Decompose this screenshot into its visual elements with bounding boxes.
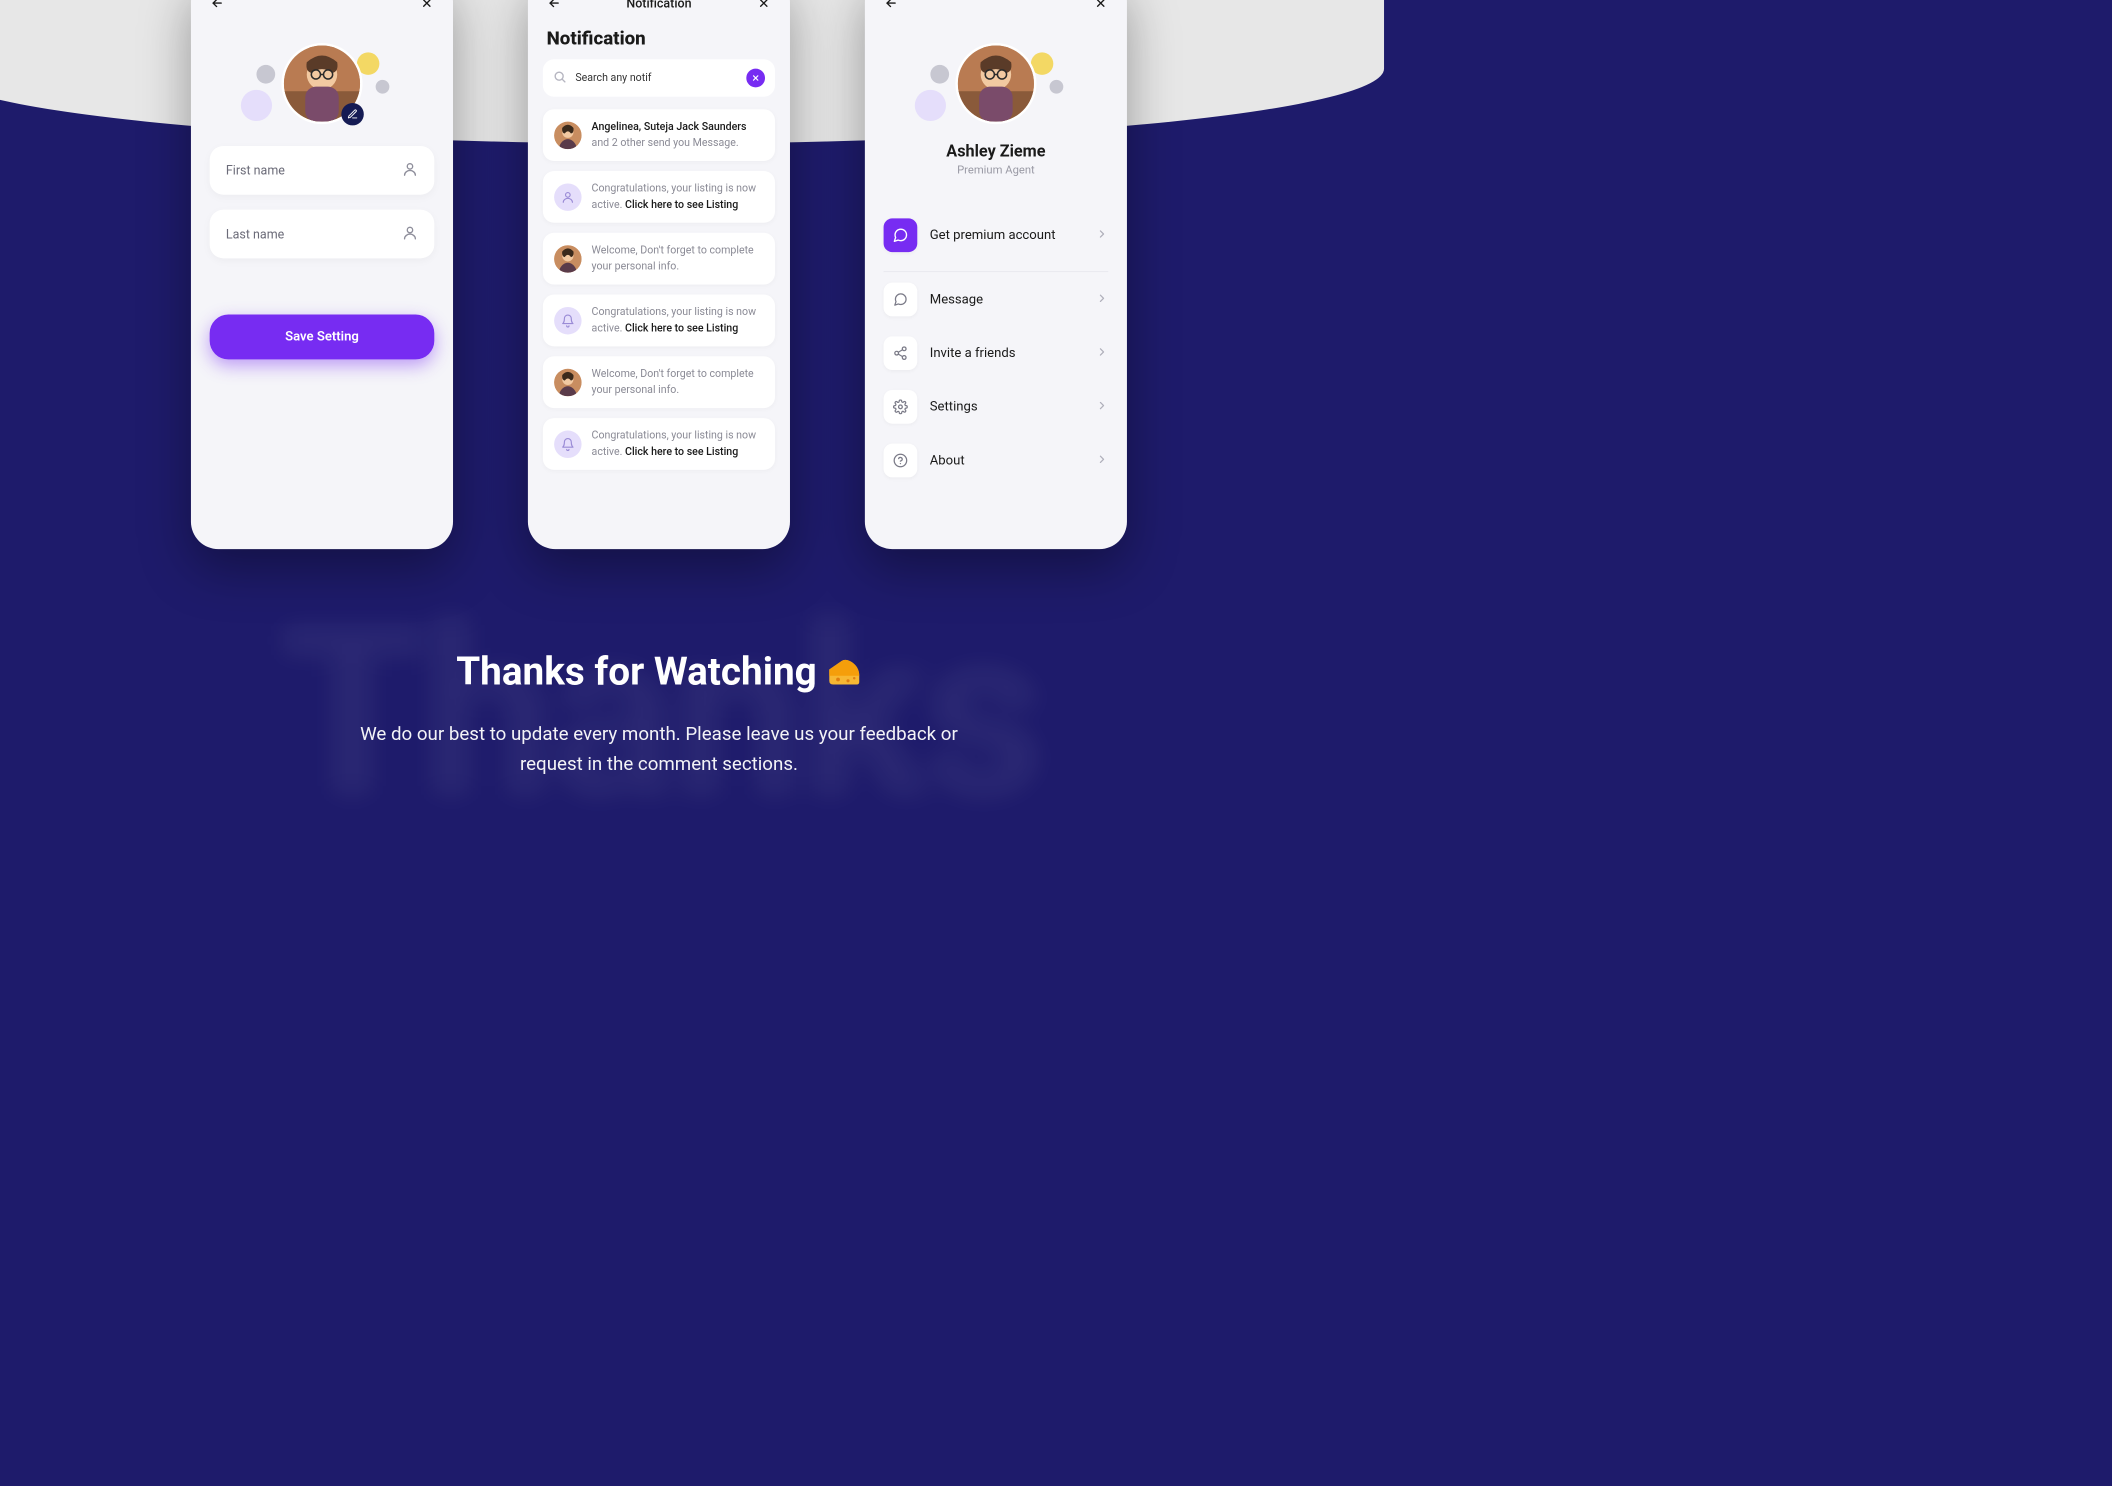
menu-divider: [884, 271, 1109, 272]
first-name-placeholder: First name: [226, 163, 285, 178]
notification-text: Welcome, Don't forget to complete your p…: [592, 366, 764, 398]
thanks-section: Thanks for Watching We do our best to up…: [347, 649, 971, 779]
chevron-right-icon: [1096, 292, 1108, 307]
clear-search-button[interactable]: [746, 69, 765, 88]
back-icon[interactable]: [881, 0, 901, 13]
menu-label: Settings: [930, 399, 1084, 414]
chevron-right-icon: [1096, 346, 1108, 361]
search-bar: [543, 59, 775, 96]
avatar: [955, 43, 1036, 124]
notification-avatar: [554, 245, 581, 272]
avatar-block: [191, 21, 453, 146]
notification-text: Angelinea, Suteja Jack Saundersand 2 oth…: [592, 119, 747, 151]
avatar-block: [865, 21, 1127, 146]
close-icon[interactable]: [754, 0, 774, 13]
menu-label: Get premium account: [930, 228, 1084, 243]
chat-solid-icon: [884, 218, 918, 252]
close-icon[interactable]: [417, 0, 437, 13]
menu-label: Message: [930, 292, 1084, 307]
screen-notification: Notification Notification Angelinea, Sut…: [528, 0, 790, 549]
notification-text: Welcome, Don't forget to complete your p…: [592, 243, 764, 275]
close-icon[interactable]: [1091, 0, 1111, 13]
chevron-right-icon: [1096, 453, 1108, 468]
menu-item-gear[interactable]: Settings: [884, 386, 1109, 428]
menu-label: Invite a friends: [930, 346, 1084, 361]
menu-label: About: [930, 453, 1084, 468]
notification-heading: Notification: [528, 15, 790, 59]
back-icon[interactable]: [207, 0, 227, 13]
notification-avatar: [554, 121, 581, 148]
notification-card[interactable]: Welcome, Don't forget to complete your p…: [543, 356, 775, 408]
profile-role: Premium Agent: [865, 163, 1127, 176]
notification-card[interactable]: Congratulations, your listing is now act…: [543, 418, 775, 470]
cheese-icon: [827, 654, 862, 689]
bell-icon: [554, 307, 581, 334]
edit-avatar-button[interactable]: [341, 103, 363, 125]
notification-card[interactable]: Angelinea, Suteja Jack Saundersand 2 oth…: [543, 109, 775, 161]
screen-edit-profile: First name Last name Save Setting: [191, 0, 453, 549]
menu-item-chat[interactable]: Message: [884, 278, 1109, 320]
help-icon: [884, 444, 918, 478]
user-icon: [402, 225, 418, 244]
menu-item-chat-solid[interactable]: Get premium account: [884, 214, 1109, 256]
chevron-right-icon: [1096, 228, 1108, 243]
thanks-title: Thanks for Watching: [456, 649, 817, 695]
last-name-field[interactable]: Last name: [210, 210, 435, 259]
first-name-field[interactable]: First name: [210, 146, 435, 195]
search-icon: [553, 70, 567, 86]
notification-card[interactable]: Welcome, Don't forget to complete your p…: [543, 233, 775, 285]
back-icon[interactable]: [544, 0, 564, 13]
page-title: Notification: [626, 0, 691, 11]
share-icon: [884, 336, 918, 370]
notification-avatar: [554, 368, 581, 395]
notification-card[interactable]: Congratulations, your listing is now act…: [543, 295, 775, 347]
notification-text: Congratulations, your listing is now act…: [592, 428, 764, 460]
screen-profile-menu: Ashley Zieme Premium Agent Get premium a…: [865, 0, 1127, 549]
thanks-subtitle: We do our best to update every month. Pl…: [347, 719, 971, 779]
chevron-right-icon: [1096, 399, 1108, 414]
notification-text: Congratulations, your listing is now act…: [592, 305, 764, 337]
notification-text: Congratulations, your listing is now act…: [592, 181, 764, 213]
save-setting-button[interactable]: Save Setting: [210, 314, 435, 359]
notification-card[interactable]: Congratulations, your listing is now act…: [543, 171, 775, 223]
chat-icon: [884, 283, 918, 317]
bell-icon: [554, 430, 581, 457]
menu-item-share[interactable]: Invite a friends: [884, 332, 1109, 374]
user-icon: [402, 161, 418, 180]
user-icon: [554, 183, 581, 210]
search-input[interactable]: [575, 72, 737, 84]
gear-icon: [884, 390, 918, 424]
avatar: [281, 43, 362, 124]
menu-item-help[interactable]: About: [884, 439, 1109, 481]
last-name-placeholder: Last name: [226, 227, 284, 242]
